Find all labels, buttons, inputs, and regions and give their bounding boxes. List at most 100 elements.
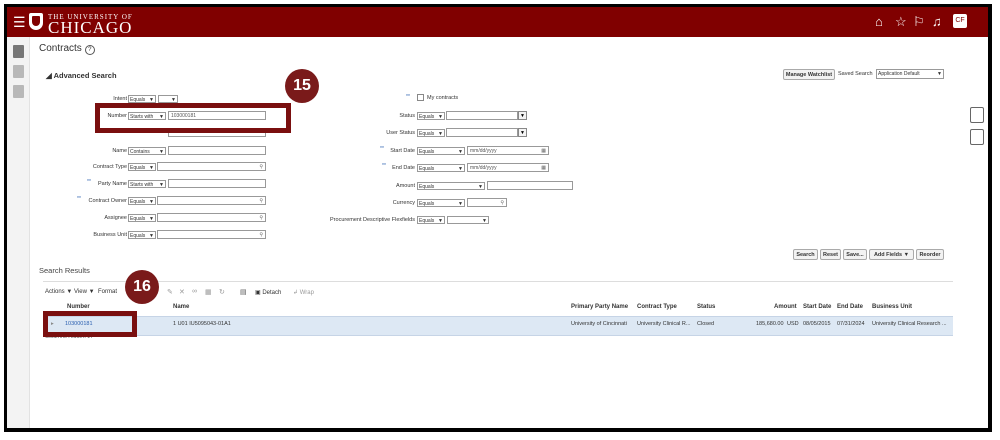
name-operator[interactable]: Contains ▼ — [128, 147, 166, 155]
search-icon[interactable]: ⚲ — [259, 163, 263, 170]
user-status-dropdown-button[interactable]: ▼ — [518, 128, 527, 137]
column-header-number[interactable]: Number — [67, 304, 90, 310]
column-header-status[interactable]: Status — [697, 304, 715, 310]
manage-watchlist-button[interactable]: Manage Watchlist — [783, 69, 835, 80]
favorites-star-icon[interactable]: ☆ — [895, 15, 907, 28]
saved-search-select[interactable]: Application Default ▼ — [876, 69, 944, 79]
user-status-label: User Status — [386, 130, 415, 136]
column-header-amount[interactable]: Amount — [774, 304, 797, 310]
document-settings-icon[interactable] — [970, 129, 984, 145]
name-input[interactable] — [168, 146, 266, 155]
flag-icon[interactable]: ⚐ — [913, 15, 925, 28]
column-header-end-date[interactable]: End Date — [837, 304, 863, 310]
reorder-button[interactable]: Reorder — [916, 249, 944, 260]
document-panel-icon[interactable] — [13, 85, 24, 98]
party-name-operator[interactable]: Starts with ▼ — [128, 180, 166, 188]
chevron-down-icon: ▼ — [159, 182, 164, 188]
advanced-search-heading[interactable]: ◢ Advanced Search — [46, 71, 117, 80]
logo-text-big[interactable]: CHICAGO — [48, 18, 132, 38]
callout-highlight-number-field — [95, 103, 291, 133]
screenshot-frame: ☰ THE UNIVERSITY OF CHICAGO ⌂ ☆ ⚐ ♫ CF C… — [4, 4, 992, 432]
contract-type-input[interactable]: ⚲ — [157, 162, 266, 171]
calendar-icon[interactable]: ▦ — [541, 164, 546, 171]
edit-icon[interactable]: ✎ — [167, 288, 173, 296]
flexfields-label: Procurement Descriptive Flexfields — [330, 217, 415, 223]
column-header-name[interactable]: Name — [173, 304, 189, 310]
status-operator[interactable]: Equals ▼ — [417, 112, 445, 120]
view-menu[interactable]: View ▼ — [74, 289, 95, 295]
start-date-input[interactable]: mm/dd/yyyy ▦ — [467, 146, 549, 155]
business-unit-input[interactable]: ⚲ — [157, 230, 266, 239]
search-panel-icon[interactable] — [13, 65, 24, 78]
column-header-primary-party-name[interactable]: Primary Party Name — [571, 304, 628, 310]
user-avatar[interactable]: CF — [953, 14, 967, 28]
end-date-input[interactable]: mm/dd/yyyy ▦ — [467, 163, 549, 172]
wrap-button[interactable]: ↲ Wrap — [293, 289, 314, 296]
reset-button[interactable]: Reset — [820, 249, 841, 260]
status-dropdown-button[interactable]: ▼ — [518, 111, 527, 120]
end-date-operator[interactable]: Equals ▼ — [417, 164, 465, 172]
user-status-input[interactable] — [446, 128, 518, 137]
name-label: Name — [112, 148, 127, 154]
left-rail — [7, 37, 30, 428]
save-button[interactable]: Save... — [843, 249, 867, 260]
chevron-down-icon: ▼ — [149, 199, 154, 205]
help-icon[interactable]: ? — [84, 45, 95, 55]
export-icon[interactable]: ▤ — [240, 288, 247, 296]
column-header-business-unit[interactable]: Business Unit — [872, 304, 912, 310]
calendar-icon[interactable]: ▦ — [541, 147, 546, 154]
amount-input[interactable] — [487, 181, 573, 190]
currency-input[interactable]: ⚲ — [467, 198, 507, 207]
currency-operator[interactable]: Equals ▼ — [417, 199, 465, 207]
link-icon[interactable]: ∞ — [192, 288, 197, 295]
detach-button[interactable]: ▣ Detach — [255, 289, 281, 296]
search-icon[interactable]: ⚲ — [259, 231, 263, 238]
business-unit-operator[interactable]: Equals ▼ — [128, 231, 156, 239]
bell-icon[interactable]: ♫ — [932, 15, 942, 28]
flexfields-value-select[interactable]: ▼ — [447, 216, 489, 224]
column-header-start-date[interactable]: Start Date — [803, 304, 831, 310]
status-input[interactable] — [446, 111, 518, 120]
assignee-input[interactable]: ⚲ — [157, 213, 266, 222]
refresh-icon[interactable]: ↻ — [219, 288, 225, 296]
university-shield-icon — [29, 13, 43, 30]
contract-owner-operator[interactable]: Equals ▼ — [128, 197, 156, 205]
format-menu[interactable]: Format — [98, 289, 117, 295]
search-icon[interactable]: ⚲ — [259, 197, 263, 204]
freeze-icon[interactable]: ▦ — [205, 288, 212, 296]
amount-operator[interactable]: Equals ▼ — [417, 182, 485, 190]
contract-owner-input[interactable]: ⚲ — [157, 196, 266, 205]
status-operator-value: Equals — [419, 114, 435, 120]
business-unit-label: Business Unit — [93, 232, 127, 238]
contract-type-operator[interactable]: Equals ▼ — [128, 163, 156, 171]
contract-owner-operator-value: Equals — [130, 199, 146, 205]
actions-menu[interactable]: Actions ▼ — [45, 289, 72, 295]
column-header-contract-type[interactable]: Contract Type — [637, 304, 677, 310]
search-button[interactable]: Search — [793, 249, 818, 260]
tasks-panel-icon[interactable] — [13, 45, 24, 58]
delete-icon[interactable]: ✕ — [179, 288, 185, 296]
assignee-operator[interactable]: Equals ▼ — [128, 214, 156, 222]
start-date-placeholder: mm/dd/yyyy — [470, 148, 497, 154]
flexfields-operator[interactable]: Equals ▼ — [417, 216, 445, 224]
my-contracts-checkbox[interactable] — [417, 94, 424, 101]
end-date-label: End Date — [392, 165, 415, 171]
start-date-operator-value: Equals — [419, 149, 435, 155]
clipboard-check-icon[interactable] — [970, 107, 984, 123]
user-status-operator[interactable]: Equals ▼ — [417, 129, 445, 137]
home-icon[interactable]: ⌂ — [875, 15, 883, 28]
add-fields-button[interactable]: Add Fields ▼ — [869, 249, 914, 260]
search-icon[interactable]: ⚲ — [259, 214, 263, 221]
start-date-operator[interactable]: Equals ▼ — [417, 147, 465, 155]
party-name-input[interactable] — [168, 179, 266, 188]
chevron-down-icon: ▼ — [458, 149, 463, 155]
search-icon[interactable]: ⚲ — [500, 199, 504, 206]
chevron-down-icon: ▼ — [149, 233, 154, 239]
contract-type-label: Contract Type — [92, 164, 127, 170]
row-amount: 185,680.00 — [756, 321, 784, 327]
row-party: University of Cincinnati — [571, 321, 627, 327]
intent-operator[interactable]: Equals ▼ — [128, 95, 156, 103]
menu-icon[interactable]: ☰ — [13, 15, 26, 29]
intent-value-select[interactable]: ▼ — [158, 95, 178, 103]
format-label: Format — [98, 289, 118, 295]
